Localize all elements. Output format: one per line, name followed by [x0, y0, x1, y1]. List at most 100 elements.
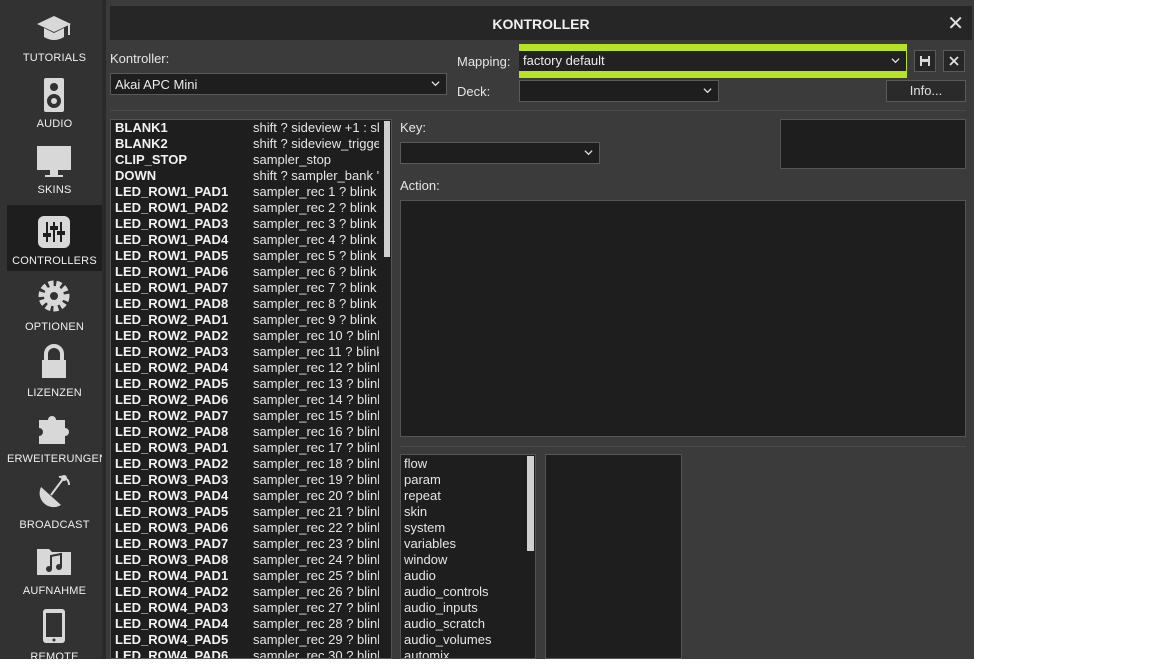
mapping-row[interactable]: LED_ROW3_PAD5 sampler_rec 21 ? blink: [111, 504, 383, 520]
category-item[interactable]: automix: [404, 648, 450, 658]
sliders-icon: [38, 216, 70, 248]
sidebar-item-aufnahme[interactable]: AUFNAHME: [7, 535, 102, 601]
mapping-row[interactable]: LED_ROW1_PAD8 sampler_rec 8 ? blink: [111, 296, 383, 312]
graduation-cap-icon: [37, 16, 71, 40]
mapping-row[interactable]: LED_ROW4_PAD5 sampler_rec 29 ? blink: [111, 632, 383, 648]
mapping-row[interactable]: LED_ROW2_PAD7 sampler_rec 15 ? blink: [111, 408, 383, 424]
mapping-action: sampler_rec 1 ? blink: [253, 184, 377, 199]
mapping-key: LED_ROW2_PAD7: [115, 408, 229, 423]
save-mapping-button[interactable]: [914, 50, 936, 72]
category-item[interactable]: audio_scratch: [404, 616, 485, 631]
mapping-row[interactable]: LED_ROW3_PAD1 sampler_rec 17 ? blink: [111, 440, 383, 456]
mapping-key: LED_ROW1_PAD8: [115, 296, 229, 311]
controller-select[interactable]: Akai APC Mini: [110, 73, 447, 95]
action-command-list[interactable]: [545, 454, 682, 659]
mapping-action: sampler_rec 28 ? blink: [253, 616, 379, 631]
mapping-row[interactable]: LED_ROW1_PAD5 sampler_rec 5 ? blink: [111, 248, 383, 264]
mapping-action: sampler_rec 13 ? blink: [253, 376, 379, 391]
mapping-key: LED_ROW1_PAD3: [115, 216, 229, 231]
mapping-row[interactable]: LED_ROW2_PAD4 sampler_rec 12 ? blink: [111, 360, 383, 376]
mapping-action: sampler_stop: [253, 152, 332, 167]
mapping-list-scrollbar[interactable]: [384, 121, 390, 257]
mapping-row[interactable]: BLANK2 shift ? sideview_trigger: [111, 136, 383, 152]
delete-mapping-button[interactable]: [943, 50, 965, 72]
mapping-row[interactable]: LED_ROW2_PAD5 sampler_rec 13 ? blink: [111, 376, 383, 392]
mapping-row[interactable]: LED_ROW4_PAD3 sampler_rec 27 ? blink: [111, 600, 383, 616]
mapping-row[interactable]: LED_ROW1_PAD6 sampler_rec 6 ? blink: [111, 264, 383, 280]
sidebar-item-skins[interactable]: SKINS: [7, 132, 102, 198]
mapping-row[interactable]: LED_ROW3_PAD4 sampler_rec 20 ? blink: [111, 488, 383, 504]
sidebar-item-remote[interactable]: REMOTE: [7, 601, 102, 667]
category-item[interactable]: system: [404, 520, 445, 535]
mapping-row[interactable]: LED_ROW1_PAD2 sampler_rec 2 ? blink: [111, 200, 383, 216]
category-item[interactable]: skin: [404, 504, 427, 519]
sidebar-item-label: OPTIONEN: [24, 321, 85, 333]
mapping-row[interactable]: LED_ROW1_PAD3 sampler_rec 3 ? blink: [111, 216, 383, 232]
info-button[interactable]: Info...: [886, 80, 966, 102]
deck-select[interactable]: [519, 80, 719, 102]
mapping-key: LED_ROW3_PAD5: [115, 504, 229, 519]
action-category-list[interactable]: flow param repeat skin system variables window…: [400, 454, 536, 659]
category-item[interactable]: flow: [404, 456, 427, 471]
mapping-row[interactable]: LED_ROW4_PAD4 sampler_rec 28 ? blink: [111, 616, 383, 632]
mapping-key: LED_ROW3_PAD7: [115, 536, 229, 551]
category-item[interactable]: variables: [404, 536, 456, 551]
sidebar-item-controllers[interactable]: CONTROLLERS: [7, 205, 102, 271]
mapping-row[interactable]: BLANK1 shift ? sideview +1 : sl: [111, 120, 383, 136]
key-select[interactable]: [400, 142, 600, 164]
sidebar-item-audio[interactable]: AUDIO: [7, 66, 102, 132]
sidebar-item-broadcast[interactable]: BROADCAST: [7, 469, 102, 535]
category-list-scrollbar[interactable]: [527, 456, 534, 551]
mapping-row[interactable]: CLIP_STOP sampler_stop: [111, 152, 383, 168]
category-item[interactable]: audio_inputs: [404, 600, 478, 615]
mapping-row[interactable]: LED_ROW3_PAD8 sampler_rec 24 ? blink: [111, 552, 383, 568]
category-item[interactable]: window: [404, 552, 447, 567]
mapping-row[interactable]: LED_ROW4_PAD2 sampler_rec 26 ? blink: [111, 584, 383, 600]
mapping-key: LED_ROW1_PAD4: [115, 232, 229, 247]
chevron-down-icon: [703, 88, 712, 94]
mapping-row[interactable]: LED_ROW1_PAD7 sampler_rec 7 ? blink: [111, 280, 383, 296]
mapping-row[interactable]: LED_ROW3_PAD2 sampler_rec 18 ? blink: [111, 456, 383, 472]
mapping-row[interactable]: LED_ROW3_PAD7 sampler_rec 23 ? blink: [111, 536, 383, 552]
mapping-select-value: factory default: [523, 53, 605, 68]
category-item[interactable]: audio_controls: [404, 584, 489, 599]
mapping-action: sampler_rec 12 ? blink: [253, 360, 379, 375]
mapping-row[interactable]: LED_ROW3_PAD3 sampler_rec 19 ? blink: [111, 472, 383, 488]
mapping-key: LED_ROW2_PAD4: [115, 360, 229, 375]
mapping-select[interactable]: factory default: [519, 51, 906, 71]
mapping-action: shift ? sampler_bank ': [253, 168, 379, 183]
controller-select-value: Akai APC Mini: [115, 77, 198, 92]
mapping-key: LED_ROW3_PAD1: [115, 440, 229, 455]
mapping-row[interactable]: LED_ROW1_PAD4 sampler_rec 4 ? blink: [111, 232, 383, 248]
mapping-row[interactable]: LED_ROW2_PAD3 sampler_rec 11 ? blink: [111, 344, 383, 360]
category-item[interactable]: repeat: [404, 488, 441, 503]
close-icon[interactable]: ✕: [947, 11, 964, 36]
sidebar-item-tutorials[interactable]: TUTORIALS: [7, 0, 102, 66]
action-textarea[interactable]: [400, 200, 966, 437]
mapping-row[interactable]: LED_ROW2_PAD1 sampler_rec 9 ? blink: [111, 312, 383, 328]
mapping-row[interactable]: LED_ROW4_PAD6 sampler_rec 30 ? blink: [111, 648, 383, 659]
close-icon: [949, 56, 959, 66]
mapping-row[interactable]: LED_ROW2_PAD2 sampler_rec 10 ? blink: [111, 328, 383, 344]
sidebar-item-lizenzen[interactable]: LIZENZEN: [7, 337, 102, 403]
mapping-key: BLANK2: [115, 136, 168, 151]
category-item[interactable]: audio: [404, 568, 436, 583]
mapping-row[interactable]: LED_ROW4_PAD1 sampler_rec 25 ? blink: [111, 568, 383, 584]
mapping-row[interactable]: LED_ROW2_PAD6 sampler_rec 14 ? blink: [111, 392, 383, 408]
mapping-key: LED_ROW1_PAD7: [115, 280, 229, 295]
category-item[interactable]: audio_volumes: [404, 632, 491, 647]
mapping-row[interactable]: LED_ROW2_PAD8 sampler_rec 16 ? blink: [111, 424, 383, 440]
mapping-action: sampler_rec 5 ? blink: [253, 248, 377, 263]
mapping-key: LED_ROW2_PAD1: [115, 312, 229, 327]
mapping-row[interactable]: LED_ROW3_PAD6 sampler_rec 22 ? blink: [111, 520, 383, 536]
mapping-row[interactable]: LED_ROW1_PAD1 sampler_rec 1 ? blink: [111, 184, 383, 200]
sidebar-item-erweiterungen[interactable]: ERWEITERUNGEN: [7, 403, 107, 469]
mapping-action: sampler_rec 11 ? blink: [253, 344, 379, 359]
mapping-action: sampler_rec 21 ? blink: [253, 504, 379, 519]
mapping-list[interactable]: BLANK1 shift ? sideview +1 : sl BLANK2 shif…: [110, 119, 392, 659]
mapping-key: LED_ROW4_PAD6: [115, 648, 229, 659]
mapping-key: LED_ROW4_PAD4: [115, 616, 229, 631]
category-item[interactable]: param: [404, 472, 441, 487]
mapping-row[interactable]: DOWN shift ? sampler_bank ': [111, 168, 383, 184]
sidebar-item-optionen[interactable]: OPTIONEN: [7, 271, 102, 337]
